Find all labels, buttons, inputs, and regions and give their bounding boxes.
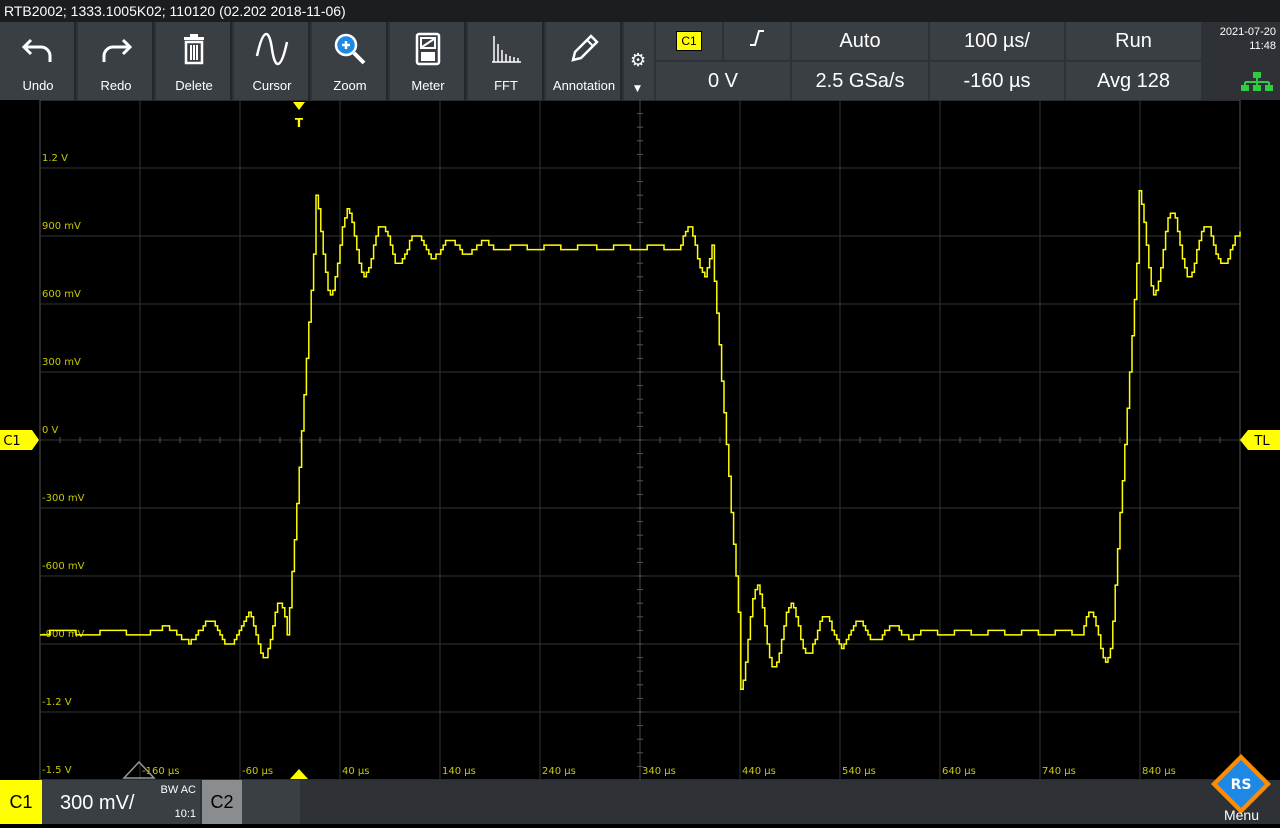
trigger-mode[interactable]: Auto <box>792 22 928 60</box>
rs-logo-text: RS <box>1231 777 1252 793</box>
trigger-level-marker[interactable]: TL <box>1240 430 1280 450</box>
gear-icon: ⚙ <box>630 50 647 71</box>
redo-label: Redo <box>100 78 132 93</box>
trigger-level[interactable]: 0 V <box>656 62 790 100</box>
y-axis-label: 600 mV <box>42 289 81 300</box>
c2-tab[interactable]: C2 <box>202 780 242 824</box>
c1-settings[interactable]: 300 mV/ BW AC 10:1 <box>42 780 200 824</box>
c1-scale: 300 mV/ <box>60 792 135 814</box>
chevron-down-icon: ▼ <box>634 84 641 94</box>
clock-time: 11:48 <box>1249 40 1276 52</box>
menu-label: Menu <box>1223 807 1260 823</box>
pencil-icon <box>546 30 622 68</box>
x-axis-label: 640 µs <box>942 766 976 777</box>
zoom-label: Zoom <box>333 78 367 93</box>
annotation-button[interactable]: Annotation <box>546 22 622 100</box>
y-axis-label: -600 mV <box>42 561 85 572</box>
c1-offset-marker[interactable]: C1 <box>0 430 39 450</box>
trigger-time-marker[interactable] <box>290 769 308 779</box>
y-axis-label: 0 V <box>42 425 59 436</box>
x-axis-label: -60 µs <box>242 766 273 777</box>
y-axis-label: -1.2 V <box>42 697 72 708</box>
c2-tab-label: C2 <box>210 791 234 812</box>
meter-label: Meter <box>411 78 445 93</box>
trigger-source-badge: C1 <box>676 31 702 51</box>
undo-button[interactable]: Undo <box>0 22 76 100</box>
fft-button[interactable]: FFT <box>468 22 544 100</box>
c1-tab-label: C1 <box>9 791 33 812</box>
clock: 2021-07-20 11:48 <box>1203 22 1280 100</box>
zoom-button[interactable]: Zoom <box>312 22 388 100</box>
trigger-source[interactable]: C1 <box>656 22 722 60</box>
timebase[interactable]: 100 µs/ <box>930 22 1064 60</box>
network-icon <box>1241 72 1273 96</box>
c1-bandwidth-coupling: BW AC <box>160 784 196 796</box>
trigger-slope[interactable] <box>724 22 790 60</box>
c1-tab[interactable]: C1 <box>0 780 42 824</box>
x-axis-label: 140 µs <box>442 766 476 777</box>
c2-settings[interactable] <box>242 780 300 824</box>
acquisition-average[interactable]: Avg 128 <box>1066 62 1201 100</box>
waveform-svg: 1.2 V 900 mV 600 mV 300 mV 0 V -300 mV -600 mV… <box>0 99 1280 781</box>
fft-icon <box>468 30 544 68</box>
y-axis-label: -1.5 V <box>42 765 72 776</box>
y-axis-label: 1.2 V <box>42 153 68 164</box>
delete-button[interactable]: Delete <box>156 22 232 100</box>
clock-date: 2021-07-20 <box>1219 26 1276 38</box>
waveform-display[interactable]: 1.2 V 900 mV 600 mV 300 mV 0 V -300 mV -600 mV… <box>0 99 1280 781</box>
toolbar: Undo Redo Delete Cursor Zoom Meter FFT A… <box>0 22 1280 100</box>
y-axis-label: 900 mV <box>42 221 81 232</box>
horizontal-position[interactable]: -160 µs <box>930 62 1064 100</box>
y-axis-label: -300 mV <box>42 493 85 504</box>
x-axis-label: 340 µs <box>642 766 676 777</box>
redo-button[interactable]: Redo <box>78 22 154 100</box>
zoom-icon <box>312 30 388 68</box>
channel-bar: C1 300 mV/ BW AC 10:1 C2 RS Menu <box>0 754 1280 824</box>
cursor-button[interactable]: Cursor <box>234 22 310 100</box>
menu-button[interactable]: RS Menu <box>1203 750 1280 824</box>
settings-button[interactable]: ⚙ ▼ <box>624 22 654 100</box>
x-axis-label: 440 µs <box>742 766 776 777</box>
c1-probe-ratio: 10:1 <box>174 808 196 820</box>
redo-icon <box>78 30 154 68</box>
cursor-wave-icon <box>234 30 310 68</box>
fft-label: FFT <box>494 78 518 93</box>
trash-icon <box>156 30 232 68</box>
x-axis-label: 240 µs <box>542 766 576 777</box>
x-axis-label: 40 µs <box>342 766 369 777</box>
cursor-label: Cursor <box>252 78 292 93</box>
run-stop[interactable]: Run <box>1066 22 1201 60</box>
rising-edge-icon <box>747 28 767 54</box>
c1-marker-label: C1 <box>3 434 20 449</box>
meter-button[interactable]: Meter <box>390 22 466 100</box>
x-axis-label: 840 µs <box>1142 766 1176 777</box>
meter-icon <box>390 30 466 68</box>
trigger-marker-label: T <box>295 116 304 130</box>
sample-rate[interactable]: 2.5 GSa/s <box>792 62 928 100</box>
x-axis-label: 740 µs <box>1042 766 1076 777</box>
undo-label: Undo <box>22 78 54 93</box>
delete-label: Delete <box>175 78 213 93</box>
x-axis-label: 540 µs <box>842 766 876 777</box>
trigger-position-marker[interactable]: T <box>293 102 305 130</box>
annotation-label: Annotation <box>552 78 616 93</box>
undo-icon <box>0 30 76 68</box>
y-axis-label: 300 mV <box>42 357 81 368</box>
tl-marker-label: TL <box>1253 434 1270 449</box>
window-title: RTB2002; 1333.1005K02; 110120 (02.202 20… <box>0 0 1280 22</box>
